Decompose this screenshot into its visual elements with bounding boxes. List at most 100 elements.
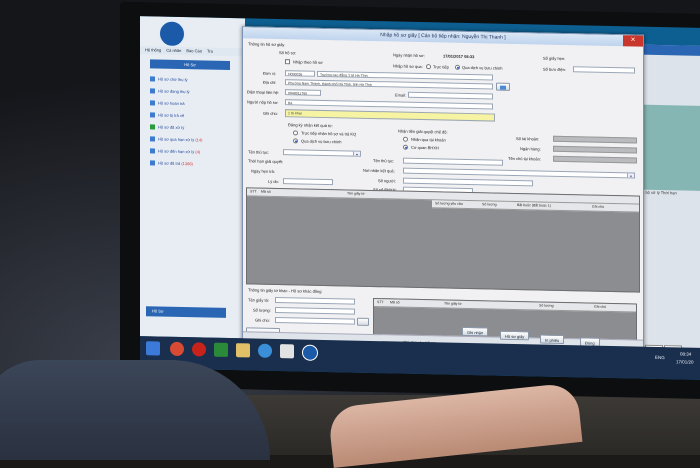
deadline-label: Thời hạn giải quyết:: [248, 158, 284, 165]
folder-icon: [150, 112, 155, 118]
reason-label: Lý do:: [268, 178, 279, 185]
email-input[interactable]: [408, 91, 493, 100]
direct-label: Trực tiếp: [433, 64, 449, 70]
excel-icon[interactable]: [214, 342, 228, 357]
direct-radio[interactable]: [426, 64, 431, 70]
submitter-label: Người nộp hồ sơ:: [247, 99, 279, 106]
quantity-input[interactable]: [275, 306, 355, 315]
quantity-label: Số lượng:: [253, 307, 271, 313]
save-button[interactable]: Ghi nhận: [462, 326, 489, 337]
clock-date[interactable]: 17/01/20: [676, 359, 694, 364]
agency-radio[interactable]: [403, 144, 408, 150]
unit-label: Đơn vị:: [263, 70, 276, 76]
postal-radio[interactable]: [455, 64, 460, 70]
folder-icon: [150, 76, 155, 82]
main-app-sidebar: Hệ thống Cá nhân Báo Cáo Tra Hồ Sơ Hồ sơ ch…: [140, 16, 245, 339]
procedure-name-right-label: Tên thủ tục:: [373, 158, 395, 164]
other-papers-label: Thông tin giấy tờ khác - Hồ sơ khác đồng: [248, 287, 322, 294]
account-holder-input[interactable]: [553, 155, 637, 164]
paper-record-button[interactable]: Hồ sơ giấy: [500, 330, 530, 341]
lookup-button[interactable]: [496, 82, 510, 91]
procedure-select[interactable]: ▼: [283, 149, 361, 157]
nav-item-waiting[interactable]: Hồ sơ chờ thụ lý: [150, 76, 187, 82]
submit-via-label: Nhập hồ sơ qua:: [393, 63, 423, 70]
documents-grid: STT Mã số Tên giấy tờ Số lượng yêu cầu S…: [246, 187, 640, 293]
direct-result-label: Trực tiếp nhận hồ sơ và trả KQ: [301, 130, 357, 137]
language-indicator[interactable]: ENG: [655, 355, 665, 360]
other-papers-grid-header: STT Mã số Tên giấy tờ Số lượng Ghi chú: [374, 299, 636, 313]
app-icon[interactable]: [280, 344, 294, 359]
secondary-window-titlebar: [635, 44, 700, 56]
account-number-label: Số tài khoản:: [516, 136, 540, 142]
procedure-right-input[interactable]: [403, 157, 503, 166]
phone-input[interactable]: 0948011765: [285, 89, 321, 96]
receive-date-label: Ngày nhận hồ sơ:: [393, 52, 425, 59]
close-icon[interactable]: ✕: [623, 35, 643, 47]
post-office-label: Số bưu điện:: [543, 66, 566, 73]
add-paper-icon-button[interactable]: [357, 317, 369, 326]
postal-result-radio[interactable]: [293, 138, 298, 144]
nav-item-overdue[interactable]: Hồ sơ quá hạn xử lý (14): [150, 136, 202, 143]
menu-report[interactable]: Báo Cáo: [186, 48, 202, 53]
nav-item-processing[interactable]: Hồ sơ đang thụ lý: [150, 88, 190, 94]
ie-icon[interactable]: [258, 343, 272, 358]
monitor-screen: Hệ thống Cá nhân Báo Cáo Tra Hồ Sơ Hồ sơ ch…: [140, 16, 700, 380]
print-button[interactable]: In phiếu: [540, 334, 565, 345]
search-icon: [500, 85, 506, 90]
bottom-panel-tab[interactable]: Hồ Sơ: [146, 306, 226, 318]
account-number-input[interactable]: [553, 135, 637, 144]
postal-label: Qua dịch vụ bưu chính: [462, 64, 503, 71]
paper-note-input[interactable]: [275, 316, 355, 325]
folder-icon[interactable]: [236, 343, 250, 358]
procedure-name-label: Tên thủ tục:: [248, 149, 270, 155]
account-holder-label: Tên chủ tài khoản:: [508, 155, 541, 162]
appointment-date-label: Ngày hẹn trả:: [251, 168, 276, 174]
address-label: Địa chỉ:: [263, 79, 277, 85]
reason-input[interactable]: [283, 178, 333, 186]
postal-result-label: Qua dịch vụ bưu chính: [301, 138, 342, 145]
menu-personal[interactable]: Cá nhân: [166, 48, 181, 53]
paper-name-input[interactable]: [275, 296, 355, 305]
menu-system[interactable]: Hệ thống: [145, 47, 161, 52]
folder-icon: [150, 148, 155, 154]
check-icon: [150, 124, 155, 130]
bank-input[interactable]: [553, 145, 637, 154]
people-count-input[interactable]: [403, 177, 533, 187]
clock-time[interactable]: 08:34: [680, 351, 691, 356]
result-registration-label: Đăng ký nhận kết quả từ:: [288, 122, 333, 129]
direct-result-radio[interactable]: [293, 130, 298, 136]
paper-record-dialog: Nhập hồ sơ giấy [ Cán bộ tiếp nhận: Nguy…: [242, 26, 644, 355]
nav-item-returned[interactable]: Hồ sơ hoàn trả: [150, 100, 185, 106]
folder-icon: [150, 100, 155, 106]
submitter-input[interactable]: Bà: [285, 99, 493, 110]
folder-icon: [150, 160, 155, 166]
bank-label: Ngân hàng:: [520, 146, 541, 152]
result-place-select[interactable]: ▼: [403, 167, 635, 179]
unit-name-input[interactable]: Trường cao đẳng Y tế Hà Tĩnh: [317, 70, 493, 81]
nav-item-done[interactable]: Hồ sơ đã xử lý: [150, 124, 184, 130]
main-menu-bar: Hệ thống Cá nhân Báo Cáo Tra: [140, 46, 245, 57]
appointment-number-label: Số giấy hẹn:: [543, 55, 566, 62]
menu-search[interactable]: Tra: [207, 49, 213, 54]
email-label: Email:: [395, 92, 407, 98]
paper-name-label: Tên giấy tờ:: [248, 297, 270, 303]
note-input[interactable]: 1 tờ khai: [285, 109, 495, 122]
bhxh-taskbar-icon[interactable]: [302, 344, 318, 361]
bhxh-logo-icon: [158, 19, 186, 49]
address-input[interactable]: Phường Nam Thành, thành phố Hà Tĩnh, tỉn…: [285, 79, 493, 90]
post-office-input[interactable]: [573, 66, 635, 74]
nav-item-rejected[interactable]: Hồ sơ bị trả về: [150, 112, 184, 118]
chrome-icon[interactable]: [170, 341, 184, 357]
phone-label: Điện thoại liên hệ:: [247, 89, 280, 96]
chevron-down-icon: ▼: [353, 151, 360, 157]
people-count-label: Số người:: [378, 178, 396, 184]
nav-item-delivered[interactable]: Hồ sơ đã trả (1366): [150, 160, 193, 166]
enter-by-record-checkbox[interactable]: [285, 59, 290, 65]
secondary-window: Cán bộ xử lý Thời hạn Ghi hồ sơ giấy Quá…: [635, 44, 700, 368]
start-icon[interactable]: [146, 341, 160, 356]
secondary-window-panel: [635, 104, 700, 191]
nav-item-due[interactable]: Hồ sơ đến hạn xử lý (4): [150, 148, 200, 154]
opera-icon[interactable]: [192, 342, 206, 357]
bank-account-radio[interactable]: [403, 136, 408, 142]
unit-code-input[interactable]: H050026: [285, 70, 315, 77]
